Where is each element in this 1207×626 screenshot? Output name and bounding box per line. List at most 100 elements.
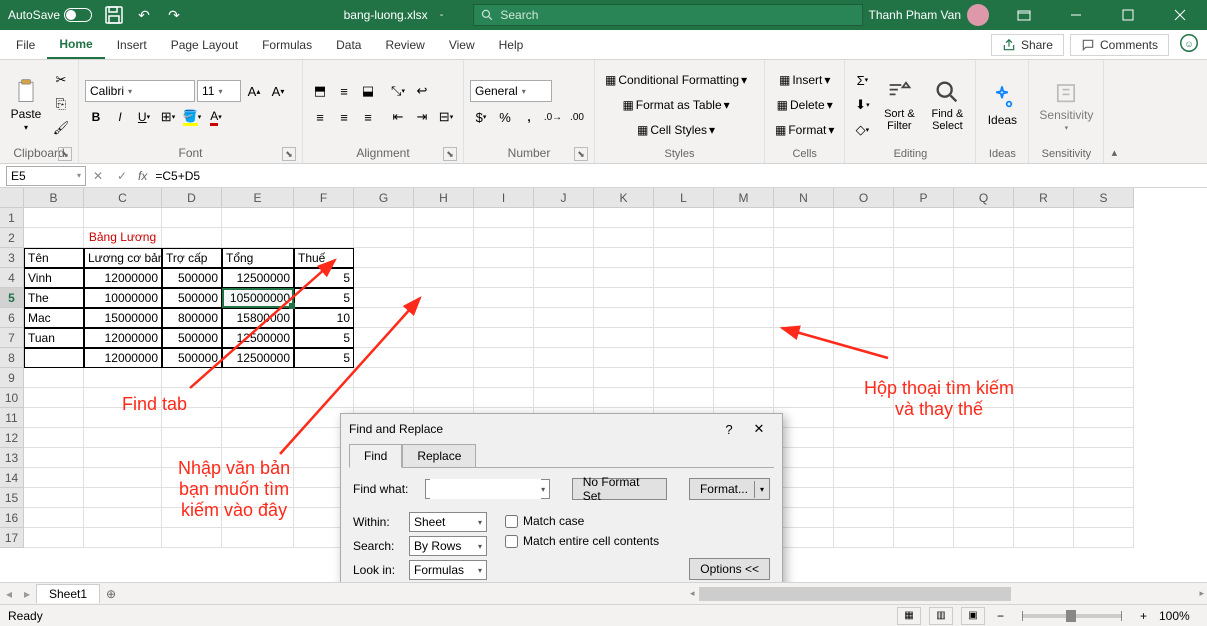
close-icon[interactable] <box>1157 0 1203 30</box>
ideas-button[interactable]: Ideas <box>982 64 1022 146</box>
redo-icon[interactable]: ↷ <box>162 3 186 27</box>
insert-cells-button[interactable]: ▦ Insert ▾ <box>771 69 838 91</box>
column-header[interactable]: M <box>714 188 774 208</box>
tell-me-input[interactable] <box>500 8 856 22</box>
match-case-checkbox[interactable]: Match case <box>505 514 659 528</box>
page-layout-view-icon[interactable]: ▥ <box>929 607 953 625</box>
row-header[interactable]: 17 <box>0 528 24 548</box>
wrap-text-icon[interactable]: ↩ <box>411 80 433 102</box>
options-button[interactable]: Options << <box>689 558 770 580</box>
decrease-indent-icon[interactable]: ⇤ <box>387 106 409 128</box>
sheet-nav-next-icon[interactable]: ▸ <box>18 584 36 604</box>
delete-cells-button[interactable]: ▦ Delete ▾ <box>771 94 838 116</box>
comments-button[interactable]: Comments <box>1070 34 1169 56</box>
zoom-level[interactable]: 100% <box>1159 609 1199 623</box>
decrease-decimal-icon[interactable]: .00 <box>566 106 588 128</box>
row-header[interactable]: 4 <box>0 268 24 288</box>
match-entire-checkbox[interactable]: Match entire cell contents <box>505 534 659 548</box>
tab-insert[interactable]: Insert <box>105 32 159 58</box>
dialog-help-icon[interactable]: ? <box>714 416 744 442</box>
column-header[interactable]: I <box>474 188 534 208</box>
account-button[interactable]: Thanh Pham Van <box>868 4 989 26</box>
column-header[interactable]: J <box>534 188 594 208</box>
column-header[interactable]: G <box>354 188 414 208</box>
minimize-icon[interactable] <box>1053 0 1099 30</box>
worksheet-grid[interactable]: BCDEFGHIJKLMNOPQRS 123456789101112131415… <box>0 188 1207 582</box>
enter-formula-icon[interactable]: ✓ <box>110 166 134 186</box>
tab-file[interactable]: File <box>4 32 47 58</box>
column-header[interactable]: O <box>834 188 894 208</box>
tell-me-search[interactable] <box>473 4 863 26</box>
search-combo[interactable]: By Rows▾ <box>409 536 487 556</box>
ribbon-help-icon[interactable]: ☺ <box>1175 34 1203 55</box>
increase-indent-icon[interactable]: ⇥ <box>411 106 433 128</box>
sensitivity-button[interactable]: Sensitivity▾ <box>1035 64 1097 146</box>
tab-formulas[interactable]: Formulas <box>250 32 324 58</box>
alignment-launcher[interactable]: ⬊ <box>443 147 457 161</box>
row-header[interactable]: 11 <box>0 408 24 428</box>
zoom-slider[interactable] <box>1022 614 1122 618</box>
collapse-ribbon-icon[interactable]: ▴ <box>1112 146 1118 159</box>
align-bottom-icon[interactable]: ⬓ <box>357 80 379 102</box>
column-header[interactable]: B <box>24 188 84 208</box>
paste-button[interactable]: Paste ▾ <box>6 64 46 144</box>
increase-decimal-icon[interactable]: .0→ <box>542 106 564 128</box>
row-header[interactable]: 9 <box>0 368 24 388</box>
increase-font-icon[interactable]: A▴ <box>243 80 265 102</box>
row-header[interactable]: 6 <box>0 308 24 328</box>
column-header[interactable]: L <box>654 188 714 208</box>
find-tab[interactable]: Find <box>349 444 402 468</box>
column-header[interactable]: F <box>294 188 354 208</box>
within-combo[interactable]: Sheet▾ <box>409 512 487 532</box>
align-right-icon[interactable]: ≡ <box>357 106 379 128</box>
border-button[interactable]: ⊞▾ <box>157 106 179 128</box>
row-header[interactable]: 10 <box>0 388 24 408</box>
save-icon[interactable] <box>102 3 126 27</box>
font-color-button[interactable]: A▾ <box>205 106 227 128</box>
decrease-font-icon[interactable]: A▾ <box>267 80 289 102</box>
tab-view[interactable]: View <box>437 32 487 58</box>
copy-icon[interactable]: ⎘ <box>50 93 72 115</box>
sheet-tab[interactable]: Sheet1 <box>36 584 100 603</box>
tab-page-layout[interactable]: Page Layout <box>159 32 250 58</box>
row-header[interactable]: 13 <box>0 448 24 468</box>
tab-review[interactable]: Review <box>373 32 436 58</box>
column-header[interactable]: Q <box>954 188 1014 208</box>
tab-home[interactable]: Home <box>47 31 104 59</box>
horizontal-scrollbar[interactable]: ◂ ▸ <box>687 586 1207 602</box>
no-format-set-button[interactable]: No Format Set <box>572 478 668 500</box>
share-button[interactable]: Share <box>991 34 1064 56</box>
column-header[interactable]: H <box>414 188 474 208</box>
find-what-input[interactable]: ▾ <box>425 479 550 499</box>
row-header[interactable]: 1 <box>0 208 24 228</box>
autosave-toggle[interactable]: AutoSave Off <box>8 8 96 22</box>
accounting-format-icon[interactable]: $▾ <box>470 106 492 128</box>
find-select-button[interactable]: Find & Select <box>925 76 969 134</box>
number-launcher[interactable]: ⬊ <box>574 147 588 161</box>
row-header[interactable]: 3 <box>0 248 24 268</box>
insert-function-icon[interactable]: fx <box>138 169 147 183</box>
align-top-icon[interactable]: ⬒ <box>309 80 331 102</box>
zoom-in-button[interactable]: + <box>1136 609 1151 623</box>
ribbon-display-options-icon[interactable] <box>1001 0 1047 30</box>
undo-icon[interactable]: ↶ <box>132 3 156 27</box>
dialog-close-icon[interactable]: ✕ <box>744 416 774 442</box>
row-header[interactable]: 8 <box>0 348 24 368</box>
clear-icon[interactable]: ◇▾ <box>851 119 873 141</box>
font-name-combo[interactable]: Calibri▾ <box>85 80 195 102</box>
row-header[interactable]: 15 <box>0 488 24 508</box>
sheet-nav-prev-icon[interactable]: ◂ <box>0 584 18 604</box>
sort-filter-button[interactable]: Sort & Filter <box>877 76 921 134</box>
fill-icon[interactable]: ⬇▾ <box>851 94 873 116</box>
new-sheet-icon[interactable]: ⊕ <box>100 587 122 601</box>
cell-styles-button[interactable]: ▦ Cell Styles ▾ <box>601 119 751 141</box>
column-header[interactable]: R <box>1014 188 1074 208</box>
format-painter-icon[interactable]: 🖌 <box>50 117 72 139</box>
zoom-out-button[interactable]: − <box>993 609 1008 623</box>
column-header[interactable]: C <box>84 188 162 208</box>
underline-button[interactable]: U▾ <box>133 106 155 128</box>
bold-button[interactable]: B <box>85 106 107 128</box>
number-format-combo[interactable]: General▾ <box>470 80 552 102</box>
orientation-icon[interactable]: ⤡▾ <box>387 80 409 102</box>
cancel-formula-icon[interactable]: ✕ <box>86 166 110 186</box>
